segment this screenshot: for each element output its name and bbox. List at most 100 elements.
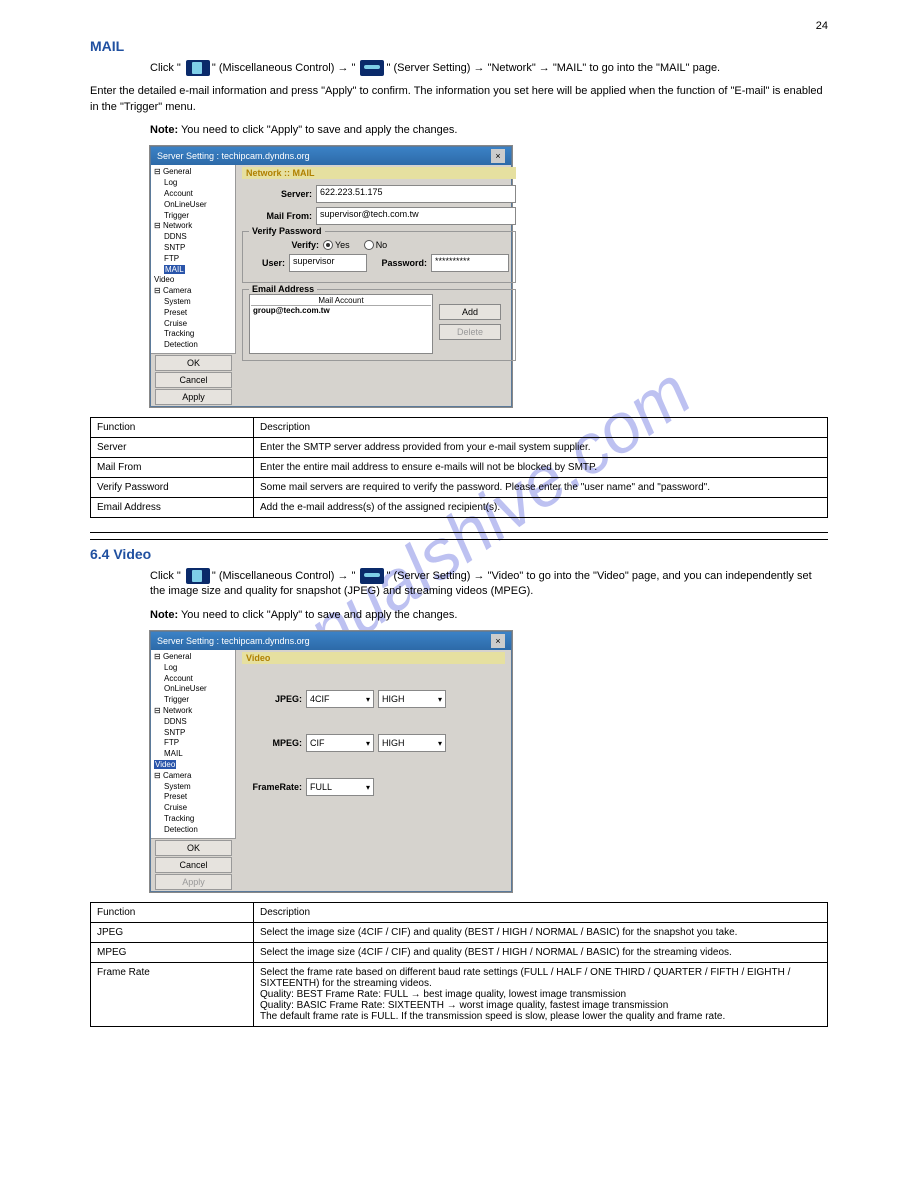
tree-item-tracking[interactable]: Tracking bbox=[154, 329, 232, 340]
mpeg-label: MPEG: bbox=[242, 738, 302, 748]
jpeg-label: JPEG: bbox=[242, 694, 302, 704]
tree-item-network[interactable]: ⊟ Network bbox=[154, 221, 232, 232]
text: → " bbox=[337, 570, 355, 582]
chevron-down-icon: ▾ bbox=[366, 783, 370, 792]
tree-item-detection[interactable]: Detection bbox=[154, 825, 232, 836]
table-cell: Select the image size (4CIF / CIF) and q… bbox=[254, 942, 828, 962]
tree-item-camera[interactable]: ⊟ Camera bbox=[154, 286, 232, 297]
chevron-down-icon: ▾ bbox=[438, 695, 442, 704]
tree-item-onlineuser[interactable]: OnLineUser bbox=[154, 684, 232, 695]
mailfrom-label: Mail From: bbox=[242, 211, 312, 221]
tree-item-ddns[interactable]: DDNS bbox=[154, 232, 232, 243]
tree-item-onlineuser[interactable]: OnLineUser bbox=[154, 200, 232, 211]
apply-button[interactable]: Apply bbox=[155, 389, 232, 405]
close-icon[interactable]: × bbox=[491, 149, 505, 163]
table-cell: Function bbox=[91, 418, 254, 438]
dialog-right-pane: Video JPEG: 4CIF▾ HIGH▾ MPEG: CIF▾ HIGH▾ bbox=[236, 650, 511, 891]
tree-item-system[interactable]: System bbox=[154, 782, 232, 793]
mpeg-size-dropdown[interactable]: CIF▾ bbox=[306, 734, 374, 752]
tree-item-mail[interactable]: MAIL bbox=[154, 749, 232, 760]
apply-button[interactable]: Apply bbox=[155, 874, 232, 890]
tree-item-log[interactable]: Log bbox=[154, 178, 232, 189]
verify-no-radio[interactable]: No bbox=[364, 240, 388, 250]
tree-item-system[interactable]: System bbox=[154, 297, 232, 308]
tree-item-account[interactable]: Account bbox=[154, 189, 232, 200]
tree-item-account[interactable]: Account bbox=[154, 674, 232, 685]
tree-item-cruise[interactable]: Cruise bbox=[154, 319, 232, 330]
ok-button[interactable]: OK bbox=[155, 355, 232, 371]
tree-item-ftp[interactable]: FTP bbox=[154, 738, 232, 749]
tree-item-video[interactable]: Video bbox=[154, 760, 232, 771]
table-cell: Verify Password bbox=[91, 478, 254, 498]
misc-control-icon bbox=[186, 568, 210, 584]
section-header-mail: MAIL bbox=[90, 38, 828, 54]
text: Click " bbox=[150, 570, 181, 582]
tree-item-trigger[interactable]: Trigger bbox=[154, 211, 232, 222]
tree-item-preset[interactable]: Preset bbox=[154, 308, 232, 319]
chevron-down-icon: ▾ bbox=[438, 739, 442, 748]
email-list-item[interactable]: group@tech.com.tw bbox=[251, 306, 431, 315]
jpeg-quality-dropdown[interactable]: HIGH▾ bbox=[378, 690, 446, 708]
mailfrom-input[interactable]: supervisor@tech.com.tw bbox=[316, 207, 516, 225]
misc-control-icon bbox=[186, 60, 210, 76]
tree-item-camera[interactable]: ⊟ Camera bbox=[154, 771, 232, 782]
video-function-table: FunctionDescription JPEGSelect the image… bbox=[90, 902, 828, 1027]
dialog-tree[interactable]: ⊟ General Log Account OnLineUser Trigger… bbox=[151, 650, 236, 838]
group-legend: Verify Password bbox=[249, 226, 325, 236]
dialog-titlebar: Server Setting : techipcam.dyndns.org × bbox=[151, 147, 511, 165]
email-list[interactable]: Mail Account group@tech.com.tw bbox=[249, 294, 433, 354]
tree-item-general[interactable]: ⊟ General bbox=[154, 652, 232, 663]
chevron-down-icon: ▾ bbox=[366, 695, 370, 704]
mail-function-table: FunctionDescription ServerEnter the SMTP… bbox=[90, 417, 828, 518]
tree-item-cruise[interactable]: Cruise bbox=[154, 803, 232, 814]
tree-item-sntp[interactable]: SNTP bbox=[154, 243, 232, 254]
server-input[interactable]: 622.223.51.175 bbox=[316, 185, 516, 203]
paragraph-mail-desc: Enter the detailed e-mail information an… bbox=[90, 84, 828, 115]
cancel-button[interactable]: Cancel bbox=[155, 372, 232, 388]
page-number: 24 bbox=[90, 20, 828, 32]
section-header-video: 6.4 Video bbox=[90, 546, 828, 562]
tree-item-mail[interactable]: MAIL bbox=[154, 265, 232, 276]
password-input[interactable]: ********** bbox=[431, 254, 509, 272]
tree-item-detection[interactable]: Detection bbox=[154, 340, 232, 351]
dialog-server-setting-mail: Server Setting : techipcam.dyndns.org × … bbox=[150, 146, 512, 407]
tree-item-network[interactable]: ⊟ Network bbox=[154, 706, 232, 717]
mpeg-quality-dropdown[interactable]: HIGH▾ bbox=[378, 734, 446, 752]
tree-item-trigger[interactable]: Trigger bbox=[154, 695, 232, 706]
text: (Server Setting) bbox=[393, 570, 470, 582]
close-icon[interactable]: × bbox=[491, 634, 505, 648]
text-line: The default frame rate is FULL. If the t… bbox=[260, 1011, 821, 1022]
table-cell: JPEG bbox=[91, 922, 254, 942]
pane-header: Network :: MAIL bbox=[242, 167, 516, 179]
tree-item-log[interactable]: Log bbox=[154, 663, 232, 674]
table-cell: Email Address bbox=[91, 498, 254, 518]
server-setting-icon bbox=[360, 568, 384, 584]
table-cell: Mail From bbox=[91, 458, 254, 478]
tree-item-video[interactable]: Video bbox=[154, 275, 232, 286]
tree-item-preset[interactable]: Preset bbox=[154, 792, 232, 803]
add-button[interactable]: Add bbox=[439, 304, 501, 320]
tree-item-ftp[interactable]: FTP bbox=[154, 254, 232, 265]
delete-button[interactable]: Delete bbox=[439, 324, 501, 340]
table-cell: Frame Rate bbox=[91, 962, 254, 1026]
dialog-tree[interactable]: ⊟ General Log Account OnLineUser Trigger… bbox=[151, 165, 236, 353]
table-cell: Some mail servers are required to verify… bbox=[254, 478, 828, 498]
tree-item-general[interactable]: ⊟ General bbox=[154, 167, 232, 178]
tree-item-tracking[interactable]: Tracking bbox=[154, 814, 232, 825]
note-video: Note: You need to click "Apply" to save … bbox=[150, 608, 828, 623]
jpeg-size-dropdown[interactable]: 4CIF▾ bbox=[306, 690, 374, 708]
email-list-header: Mail Account bbox=[251, 296, 431, 306]
tree-item-ddns[interactable]: DDNS bbox=[154, 717, 232, 728]
server-setting-icon bbox=[360, 60, 384, 76]
table-cell: Server bbox=[91, 438, 254, 458]
verify-yes-radio[interactable]: Yes bbox=[323, 240, 350, 250]
email-address-group: Email Address Mail Account group@tech.co… bbox=[242, 289, 516, 361]
tree-item-sntp[interactable]: SNTP bbox=[154, 728, 232, 739]
text-line: Select the frame rate based on different… bbox=[260, 967, 821, 989]
framerate-dropdown[interactable]: FULL▾ bbox=[306, 778, 374, 796]
cancel-button[interactable]: Cancel bbox=[155, 857, 232, 873]
ok-button[interactable]: OK bbox=[155, 840, 232, 856]
note-text: You need to click "Apply" to save and ap… bbox=[181, 124, 457, 136]
divider bbox=[90, 539, 828, 540]
user-input[interactable]: supervisor bbox=[289, 254, 367, 272]
